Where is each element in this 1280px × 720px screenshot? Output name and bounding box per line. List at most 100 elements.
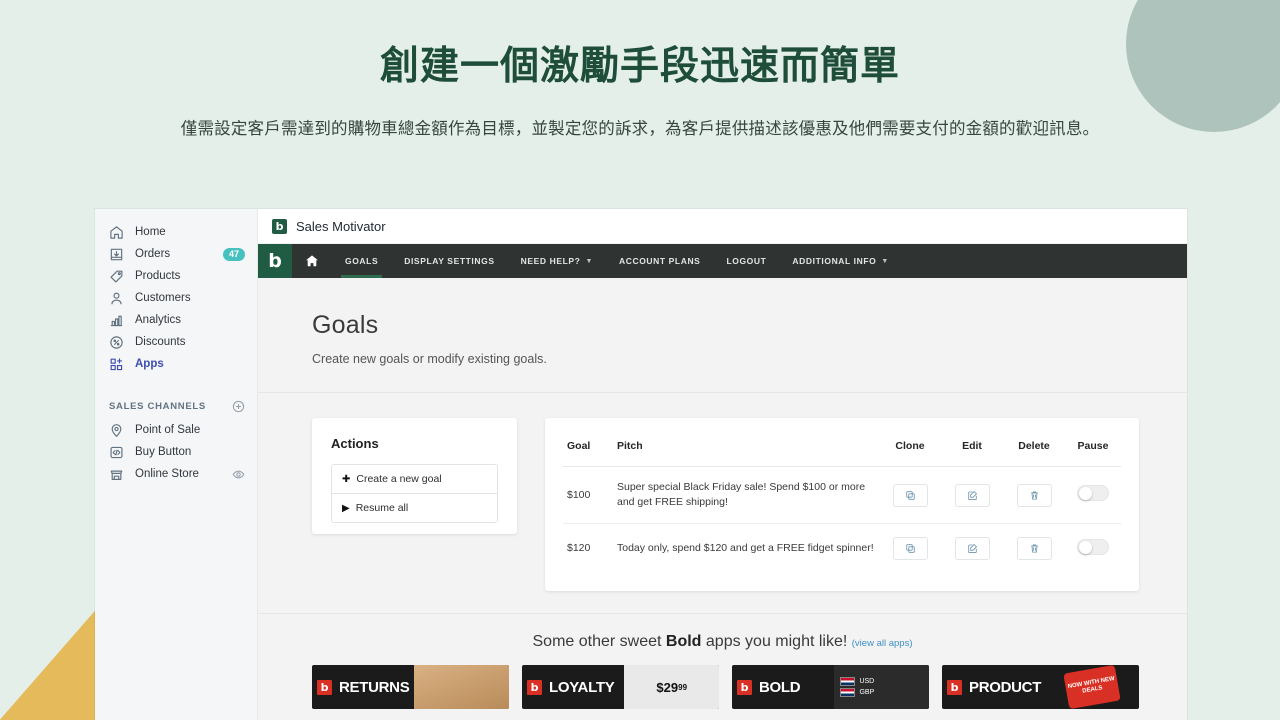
table-header-row: Goal Pitch Clone Edit Delete Pause (563, 430, 1121, 467)
action-label: Create a new goal (356, 473, 442, 485)
goals-table-body: $100 Super special Black Friday sale! Spe… (563, 466, 1121, 574)
pencil-square-icon (967, 543, 978, 554)
clone-button[interactable] (892, 483, 928, 507)
sidebar-channel-point-of-sale[interactable]: Point of Sale (95, 419, 257, 441)
promo-banner[interactable]: b RETURNS (312, 665, 509, 710)
tag-icon (109, 269, 124, 284)
navbar-link-label: NEED HELP? (520, 256, 581, 266)
edit-button[interactable] (954, 483, 990, 507)
sidebar-channel-online-store[interactable]: Online Store (95, 463, 257, 485)
sidebar-item-customers[interactable]: Customers (95, 287, 257, 309)
orders-inbox-icon (109, 247, 124, 262)
sales-channels-label: SALES CHANNELS (109, 401, 206, 412)
sidebar-item-discounts[interactable]: Discounts (95, 331, 257, 353)
clone-button[interactable] (892, 537, 928, 561)
home-icon (109, 225, 124, 240)
eye-icon (232, 468, 245, 481)
sidebar-item-home[interactable]: Home (95, 221, 257, 243)
banner-word: RETURNS (339, 678, 410, 696)
currency-row: GBP (840, 688, 929, 698)
toggle-knob (1079, 486, 1092, 500)
sidebar-item-label: Home (135, 226, 166, 238)
table-row: $100 Super special Black Friday sale! Spe… (563, 466, 1121, 525)
sidebar-channel-buy-button[interactable]: Buy Button (95, 441, 257, 463)
bold-logo-icon: b (947, 679, 962, 695)
page-subtitle: 僅需設定客戶需達到的購物車總金額作為目標，並製定您的訴求，為客戶提供描述該優惠及… (180, 119, 1100, 138)
navbar-link-display-settings[interactable]: DISPLAY SETTINGS (391, 244, 507, 278)
promo-banners: b RETURNS b LOYALTY $29 99 b BOLD USD GBP b PRODUCT… (258, 651, 1187, 710)
action-create-a-new-goal[interactable]: ✚ Create a new goal (332, 465, 497, 493)
storefront-icon (109, 467, 124, 482)
action-resume-all[interactable]: ▶ Resume all (332, 493, 497, 522)
sidebar-channel-label: Point of Sale (135, 424, 201, 436)
trash-icon (1029, 543, 1040, 554)
copy-icon (905, 490, 916, 501)
banner-word: LOYALTY (549, 678, 615, 696)
chevron-down-icon: ▼ (585, 257, 593, 265)
play-icon: ▶ (342, 502, 350, 514)
promo-text-after: apps you might like! (701, 633, 848, 651)
sidebar-item-orders[interactable]: Orders 47 (95, 243, 257, 265)
promo-bold-word: Bold (665, 633, 702, 651)
bold-logo-icon: b (317, 679, 332, 695)
col-header-edit: Edit (941, 430, 1003, 467)
apps-grid-plus-icon (109, 357, 124, 372)
col-header-pitch: Pitch (613, 430, 879, 467)
add-channel-icon[interactable] (232, 400, 245, 413)
code-brackets-icon (109, 445, 124, 460)
view-all-apps-link[interactable]: (view all apps) (852, 638, 913, 649)
banner-word: BOLD (759, 678, 801, 696)
navbar-home-icon[interactable] (292, 244, 332, 278)
sidebar-item-apps[interactable]: Apps (95, 353, 257, 375)
bar-chart-icon (109, 313, 124, 328)
flag-icon (840, 677, 856, 687)
delete-button[interactable] (1016, 537, 1052, 561)
percent-badge-icon (109, 335, 124, 350)
pause-toggle[interactable] (1077, 539, 1109, 556)
actions-title: Actions (331, 436, 379, 451)
page-header: Goals Create new goals or modify existin… (258, 278, 1187, 393)
pencil-square-icon (967, 490, 978, 501)
sidebar-item-label: Products (135, 270, 181, 282)
chevron-down-icon: ▼ (881, 257, 889, 265)
navbar-link-logout[interactable]: LOGOUT (713, 244, 779, 278)
pause-toggle[interactable] (1077, 485, 1109, 502)
promo-banner[interactable]: b LOYALTY $29 99 (522, 665, 719, 710)
sidebar-item-label: Customers (135, 292, 191, 304)
navbar-link-account-plans[interactable]: ACCOUNT PLANS (606, 244, 713, 278)
goal-amount: $100 (563, 466, 613, 525)
navbar-link-goals[interactable]: GOALS (332, 244, 391, 278)
navbar-link-label: LOGOUT (726, 256, 767, 266)
promo-banner[interactable]: b PRODUCT NOW WITH NEW DEALS (942, 665, 1139, 710)
location-pin-icon (109, 423, 124, 438)
navbar-link-label: ACCOUNT PLANS (618, 256, 701, 266)
orders-count-badge: 47 (222, 247, 245, 261)
hero-section: 創建一個激勵手段迅速而簡單 僅需設定客戶需達到的購物車總金額作為目標，並製定您的… (0, 0, 1280, 142)
sidebar-item-analytics[interactable]: Analytics (95, 309, 257, 331)
col-header-delete: Delete (1003, 430, 1065, 467)
app-navbar: b GOALS DISPLAY SETTINGS NEED HELP? ▼ ACCOUN… (258, 244, 1187, 278)
col-header-pause: Pause (1065, 430, 1121, 467)
goals-table-card: Goal Pitch Clone Edit Delete Pause $100 Super … (545, 418, 1139, 592)
app-screenshot-mock: Home Orders 47 Products Customers Analytics Di… (95, 209, 1187, 720)
navbar-link-need-help[interactable]: NEED HELP? ▼ (508, 244, 606, 278)
navbar-link-label: DISPLAY SETTINGS (404, 256, 495, 266)
bold-logo-icon: b (737, 679, 752, 695)
sidebar-item-label: Discounts (135, 336, 186, 348)
page-content: Actions ✚ Create a new goal ▶ Resume all Go… (258, 393, 1187, 592)
currency-row: USD (840, 677, 929, 687)
promo-title: Some other sweet Bold apps you might lik… (533, 633, 852, 650)
sidebar-item-products[interactable]: Products (95, 265, 257, 287)
sidebar-item-label: Analytics (135, 314, 182, 326)
promo-banner[interactable]: b BOLD USD GBP (732, 665, 929, 710)
sidebar-channel-label: Online Store (135, 468, 199, 480)
app-page: Goals Create new goals or modify existin… (258, 278, 1187, 720)
banner-art-seal: NOW WITH NEW DEALS (1044, 665, 1139, 710)
navbar-link-additional-info[interactable]: ADDITIONAL INFO ▼ (779, 244, 901, 278)
edit-button[interactable] (954, 537, 990, 561)
goal-pitch: Super special Black Friday sale! Spend $… (613, 466, 879, 525)
delete-button[interactable] (1016, 483, 1052, 507)
shopify-sidebar: Home Orders 47 Products Customers Analytics Di… (95, 209, 258, 720)
price-main: $29 (656, 679, 679, 695)
navbar-brand-logo[interactable]: b (258, 244, 292, 278)
